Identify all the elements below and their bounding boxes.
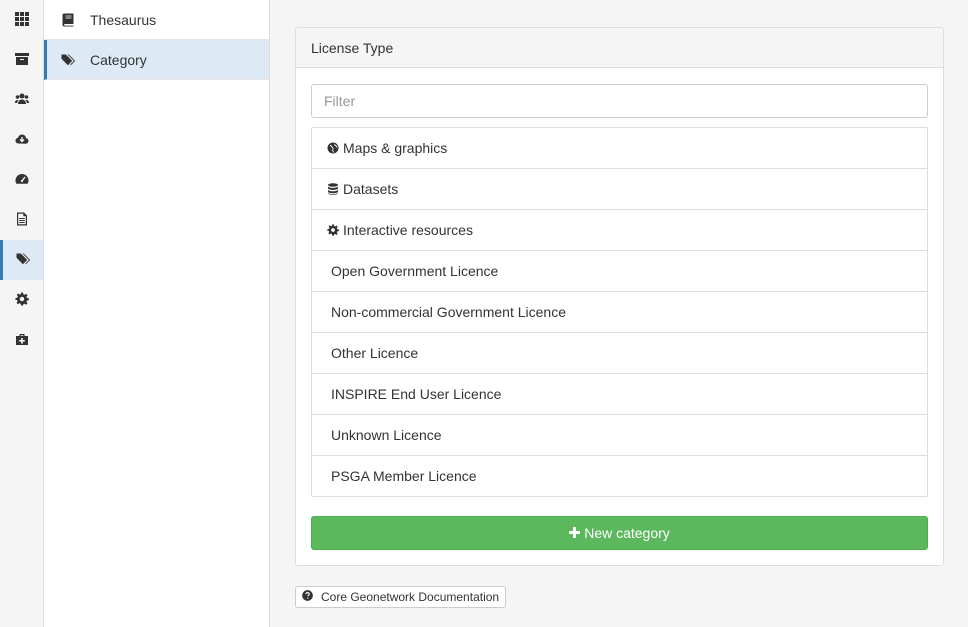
rail-dashboard-button[interactable]: [0, 160, 43, 200]
rail-tools-button[interactable]: [0, 320, 43, 360]
file-text-icon: [15, 212, 29, 229]
documentation-label: Core Geonetwork Documentation: [321, 590, 500, 604]
category-list: Maps & graphics Datasets Interactive res…: [311, 127, 928, 497]
grid-icon: [14, 11, 29, 29]
globe-icon: [327, 142, 339, 154]
sub-navigation: Thesaurus Category: [44, 0, 270, 627]
category-label: Unknown Licence: [331, 427, 442, 443]
gear-icon: [327, 224, 339, 236]
gear-icon: [15, 292, 29, 309]
category-item-interactive-resources[interactable]: Interactive resources: [312, 209, 927, 250]
dashboard-icon: [15, 172, 29, 189]
medkit-icon: [15, 332, 29, 349]
rail-grid-button[interactable]: [0, 0, 43, 40]
category-item-datasets[interactable]: Datasets: [312, 168, 927, 209]
category-label: Datasets: [343, 181, 399, 197]
subnav-item-label: Thesaurus: [90, 11, 157, 28]
tags-icon: [60, 53, 76, 67]
subnav-item-category[interactable]: Category: [44, 40, 269, 80]
category-label: Other Licence: [331, 345, 419, 361]
filter-input[interactable]: [311, 84, 928, 118]
users-icon: [14, 92, 29, 109]
category-item-maps-graphics[interactable]: Maps & graphics: [312, 128, 927, 168]
category-label: Interactive resources: [343, 222, 473, 238]
category-panel: License Type Maps & graphics Datasets In…: [295, 27, 944, 566]
subnav-item-label: Category: [90, 51, 147, 68]
tags-icon: [16, 252, 31, 269]
book-icon: [60, 13, 76, 27]
category-item-inspire-end-user-licence[interactable]: INSPIRE End User Licence: [312, 373, 927, 414]
panel-title: License Type: [296, 28, 943, 68]
category-item-unknown-licence[interactable]: Unknown Licence: [312, 414, 927, 455]
rail-archive-button[interactable]: [0, 40, 43, 80]
new-category-label: New category: [584, 525, 670, 541]
main-content: License Type Maps & graphics Datasets In…: [270, 0, 968, 627]
category-item-non-commercial-government-licence[interactable]: Non-commercial Government Licence: [312, 291, 927, 332]
rail-harvest-button[interactable]: [0, 120, 43, 160]
category-label: Open Government Licence: [331, 263, 499, 279]
question-circle-icon: [302, 590, 321, 604]
category-item-other-licence[interactable]: Other Licence: [312, 332, 927, 373]
icon-rail: [0, 0, 44, 627]
rail-users-button[interactable]: [0, 80, 43, 120]
documentation-button[interactable]: Core Geonetwork Documentation: [295, 586, 507, 608]
subnav-item-thesaurus[interactable]: Thesaurus: [44, 0, 269, 40]
category-item-psga-member-licence[interactable]: PSGA Member Licence: [312, 455, 927, 496]
archive-icon: [14, 52, 29, 69]
rail-reports-button[interactable]: [0, 200, 43, 240]
plus-icon: [569, 525, 584, 541]
rail-settings-button[interactable]: [0, 280, 43, 320]
database-icon: [327, 183, 339, 195]
rail-classification-button[interactable]: [0, 240, 43, 280]
category-label: Non-commercial Government Licence: [331, 304, 566, 320]
category-label: Maps & graphics: [343, 140, 448, 156]
cloud-download-icon: [15, 132, 29, 149]
new-category-button[interactable]: New category: [311, 516, 928, 550]
category-label: INSPIRE End User Licence: [331, 386, 502, 402]
category-item-open-government-licence[interactable]: Open Government Licence: [312, 250, 927, 291]
category-label: PSGA Member Licence: [331, 468, 477, 484]
